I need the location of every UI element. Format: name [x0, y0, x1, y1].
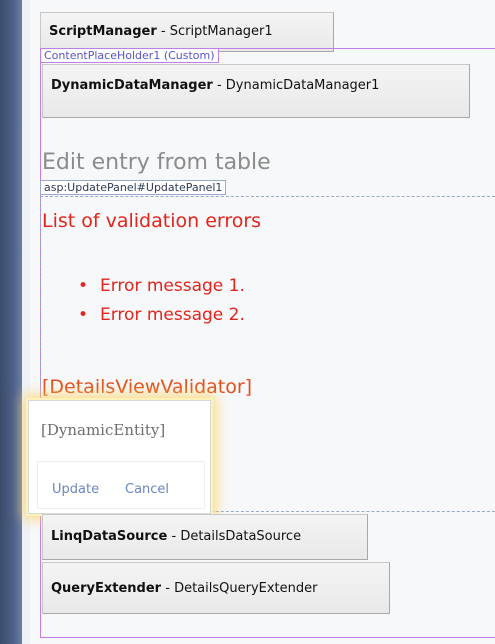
control-type: QueryExtender — [51, 581, 162, 596]
designer-gutter-margin — [22, 0, 30, 644]
control-type: LinqDataSource — [51, 529, 168, 544]
designer-gutter — [0, 0, 22, 644]
control-separator: - — [212, 78, 226, 93]
cancel-link[interactable]: Cancel — [125, 482, 169, 497]
control-id: DetailsQueryExtender — [174, 581, 318, 596]
error-message: Error message 2. — [100, 305, 245, 325]
bullet: • — [78, 276, 89, 296]
control-id: DynamicDataManager1 — [225, 78, 380, 93]
dynamic-entity-placeholder: [DynamicEntity] — [41, 421, 166, 439]
update-panel-tag[interactable]: asp:UpdatePanel#UpdatePanel1 — [40, 180, 227, 195]
control-type: ScriptManager — [49, 24, 157, 39]
control-id: DetailsDataSource — [180, 529, 302, 544]
list-item: • Error message 2. — [60, 301, 245, 330]
error-message: Error message 1. — [100, 276, 245, 296]
control-separator: - — [161, 581, 175, 596]
validation-error-list: • Error message 1. • Error message 2. — [60, 272, 245, 330]
bullet: • — [78, 305, 89, 325]
list-item: • Error message 1. — [60, 272, 245, 301]
linq-data-source-control[interactable]: LinqDataSource - DetailsDataSource — [42, 514, 368, 560]
dynamic-data-manager-control[interactable]: DynamicDataManager - DynamicDataManager1 — [42, 64, 470, 118]
details-view-validator[interactable]: [DetailsViewValidator] — [42, 376, 252, 398]
script-manager-control[interactable]: ScriptManager - ScriptManager1 — [40, 12, 334, 52]
update-link[interactable]: Update — [52, 482, 99, 497]
control-separator: - — [156, 24, 170, 39]
validation-summary-title: List of validation errors — [42, 210, 262, 232]
control-separator: - — [167, 529, 181, 544]
control-type: DynamicDataManager — [51, 78, 213, 93]
content-placeholder-tag[interactable]: ContentPlaceHolder1 (Custom) — [40, 48, 219, 63]
control-id: ScriptManager1 — [169, 24, 273, 39]
page-title: Edit entry from table — [42, 150, 271, 175]
query-extender-control[interactable]: QueryExtender - DetailsQueryExtender — [42, 562, 390, 614]
